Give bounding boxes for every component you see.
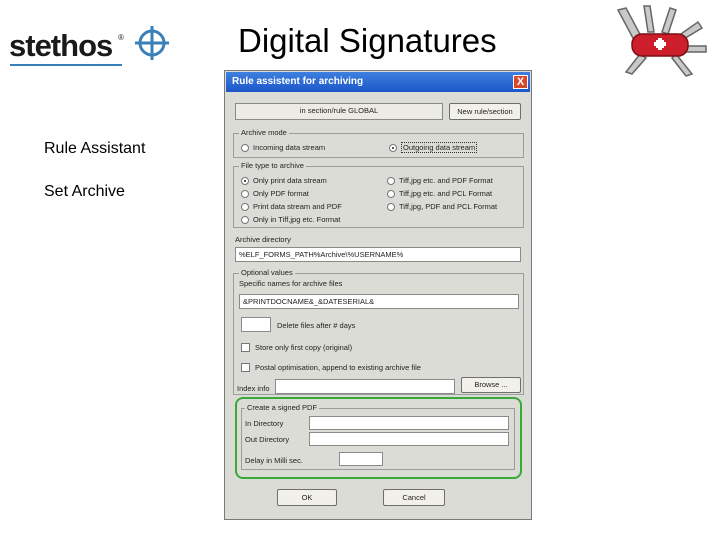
ok-button[interactable]: OK	[277, 489, 337, 506]
bullet-list: Rule Assistant Set Archive	[44, 140, 145, 226]
radio-only-pdf[interactable]	[241, 190, 249, 198]
swiss-army-knife-icon	[616, 5, 707, 77]
section-field: in section/rule GLOBAL	[235, 103, 443, 120]
radio-only-tiff-label: Only in Tiff,jpg etc. Format	[253, 215, 341, 224]
specific-names-label: Specific names for archive files	[239, 279, 343, 288]
radio-outgoing[interactable]	[389, 144, 397, 152]
radio-only-print[interactable]	[241, 177, 249, 185]
radio-only-print-label: Only print data stream	[253, 176, 327, 185]
radio-incoming-label: Incoming data stream	[253, 143, 326, 152]
index-info-label: Index info	[237, 384, 270, 393]
browse-button[interactable]: Browse ...	[461, 377, 521, 393]
signed-pdf-label: Create a signed PDF	[245, 403, 320, 412]
logo-registered-mark: ®	[118, 33, 124, 42]
crosshair-logo-icon	[135, 26, 169, 60]
in-directory-label: In Directory	[245, 419, 284, 428]
delay-input[interactable]	[339, 452, 383, 466]
new-rule-button[interactable]: New rule/section	[449, 103, 521, 120]
radio-tiff-pdf-pcl[interactable]	[387, 203, 395, 211]
archive-mode-label: Archive mode	[239, 128, 289, 137]
radio-tiff-pcl[interactable]	[387, 190, 395, 198]
cancel-button[interactable]: Cancel	[383, 489, 445, 506]
radio-tiff-pdf-label: Tiff,jpg etc. and PDF Format	[399, 176, 493, 185]
in-directory-input[interactable]	[309, 416, 509, 430]
delay-label: Delay in Milli sec.	[245, 456, 303, 465]
logo-underline	[10, 64, 122, 66]
slide-title: Digital Signatures	[238, 22, 497, 59]
bullet-set-archive: Set Archive	[44, 183, 125, 200]
radio-only-pdf-label: Only PDF format	[253, 189, 309, 198]
dialog-title-bar[interactable]: Rule assistent for archiving X	[226, 72, 530, 92]
radio-print-and-pdf-label: Print data stream and PDF	[253, 202, 342, 211]
postal-optimisation-checkbox[interactable]	[241, 363, 250, 372]
delete-days-label: Delete files after # days	[277, 321, 356, 330]
logo-text: stethos	[9, 28, 113, 63]
archive-directory-input[interactable]: %ELF_FORMS_PATH%Archive\%USERNAME%	[235, 247, 521, 262]
delete-days-input[interactable]	[241, 317, 271, 332]
out-directory-input[interactable]	[309, 432, 509, 446]
store-first-copy-checkbox[interactable]	[241, 343, 250, 352]
bullet-rule-assistant: Rule Assistant	[44, 140, 146, 157]
archive-directory-label: Archive directory	[235, 235, 291, 244]
store-first-copy-label: Store only first copy (original)	[255, 343, 353, 352]
dialog-title: Rule assistent for archiving	[232, 76, 364, 87]
specific-names-input[interactable]: &PRINTDOCNAME&_&DATESERIAL&	[239, 294, 519, 309]
radio-only-tiff[interactable]	[241, 216, 249, 224]
radio-tiff-pcl-label: Tiff,jpg etc. and PCL Format	[399, 189, 493, 198]
index-info-input[interactable]	[275, 379, 455, 394]
close-icon[interactable]: X	[513, 75, 528, 89]
out-directory-label: Out Directory	[245, 435, 290, 444]
radio-incoming[interactable]	[241, 144, 249, 152]
radio-tiff-pdf[interactable]	[387, 177, 395, 185]
file-type-label: File type to archive	[239, 161, 306, 170]
optional-values-label: Optional values	[239, 268, 295, 277]
postal-optimisation-label: Postal optimisation, append to existing …	[255, 363, 421, 372]
radio-print-and-pdf[interactable]	[241, 203, 249, 211]
rule-assistant-dialog: Rule assistent for archiving X in sectio…	[224, 70, 532, 520]
radio-outgoing-label: Outgoing data stream	[401, 142, 478, 153]
radio-tiff-pdf-pcl-label: Tiff,jpg, PDF and PCL Format	[399, 202, 498, 211]
